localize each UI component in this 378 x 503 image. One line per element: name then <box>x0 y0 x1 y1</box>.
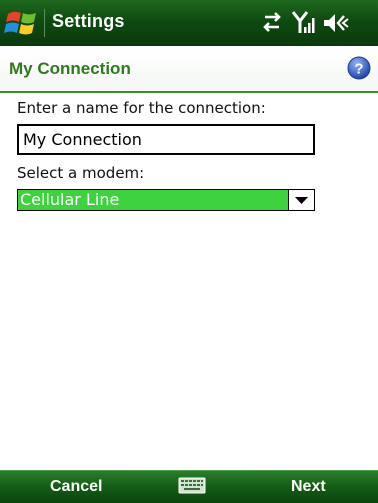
signal-strength-icon[interactable] <box>291 10 318 40</box>
modem-select[interactable]: Cellular Line <box>17 189 315 211</box>
softkey-bar: Cancel Next <box>0 470 378 503</box>
connection-name-input[interactable] <box>19 126 313 153</box>
title-separator <box>44 9 45 37</box>
cancel-button[interactable]: Cancel <box>50 478 102 496</box>
help-icon[interactable]: ? <box>347 56 371 80</box>
modem-selected-value[interactable]: Cellular Line <box>18 190 288 210</box>
connection-name-field[interactable] <box>17 124 315 155</box>
keyboard-icon[interactable] <box>178 477 206 495</box>
svg-text:?: ? <box>354 61 363 78</box>
title-bar: Settings <box>0 0 378 46</box>
volume-icon[interactable] <box>323 10 349 40</box>
app-title: Settings <box>52 11 125 31</box>
connection-name-label: Enter a name for the connection: <box>17 99 266 117</box>
data-connection-icon[interactable] <box>259 10 285 38</box>
device-screen: Settings My Connection ? Enter a name fo… <box>0 0 378 503</box>
modem-label: Select a modem: <box>17 164 145 182</box>
next-button[interactable]: Next <box>291 478 326 496</box>
windows-start-icon[interactable] <box>4 5 42 41</box>
dropdown-arrow-icon[interactable] <box>288 190 314 210</box>
page-title: My Connection <box>9 59 131 78</box>
page-header: My Connection ? <box>0 46 378 93</box>
